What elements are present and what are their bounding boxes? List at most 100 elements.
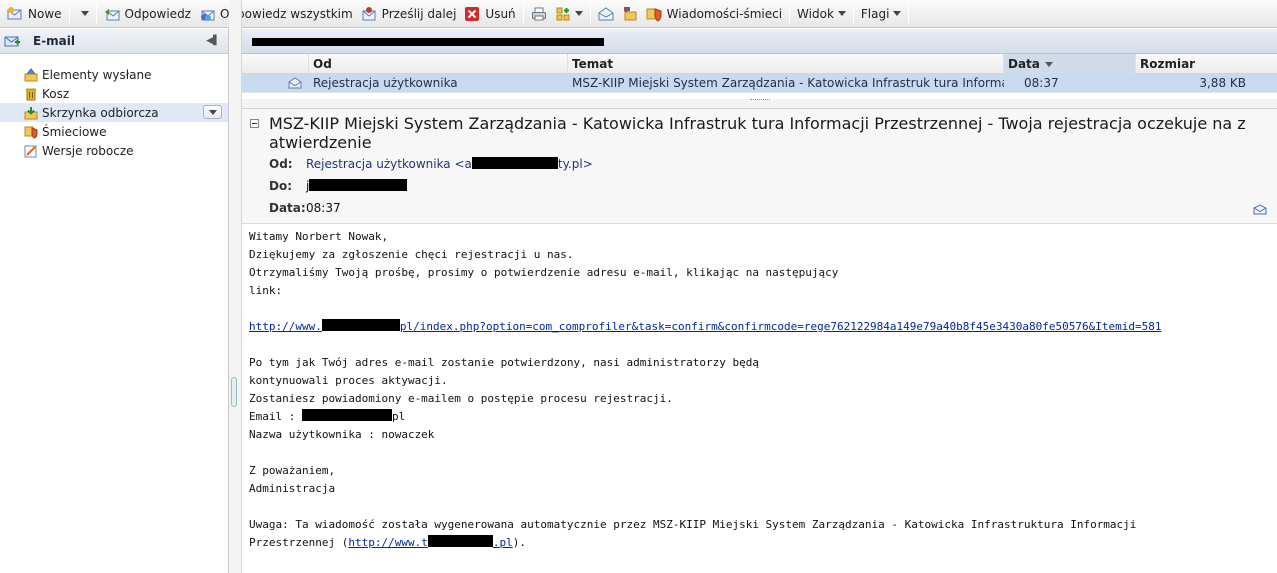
column-from[interactable]: Od	[309, 54, 568, 74]
body-line: Otrzymaliśmy Twoją prośbę, prosimy o pot…	[249, 266, 839, 279]
folder-inbox[interactable]: Skrzynka odbiorcza	[0, 103, 228, 122]
body-line: Zostaniesz powiadomiony e-mailem o postę…	[249, 392, 673, 405]
chevron-down-icon	[837, 11, 846, 16]
mark-read-button[interactable]	[594, 3, 618, 25]
folder-header-bar	[242, 29, 1277, 54]
column-size-label: Rozmiar	[1140, 57, 1196, 71]
shield-icon	[646, 6, 662, 22]
open-envelope-icon[interactable]	[1253, 204, 1267, 215]
folder-label: Elementy wysłane	[42, 67, 152, 82]
message-from: Rejestracja użytkownika	[313, 76, 458, 90]
column-size[interactable]: Rozmiar	[1136, 54, 1277, 74]
to-label: Do:	[269, 179, 293, 193]
add-grid-icon	[555, 6, 571, 22]
spam-button-label: Wiadomości-śmieci	[666, 6, 783, 21]
delete-button[interactable]: Usuń	[460, 3, 519, 25]
note-line: Uwaga: Ta wiadomość została wygenerowana…	[249, 518, 1137, 531]
from-name: Rejestracja użytkownika <a	[306, 157, 472, 171]
folder-trash[interactable]: Kosz	[24, 84, 228, 103]
sort-desc-icon	[1044, 62, 1053, 67]
regards-line: Z poważaniem,	[249, 464, 336, 477]
add-menu-button[interactable]	[551, 3, 587, 25]
new-dropdown[interactable]	[73, 3, 93, 25]
redacted-email	[301, 409, 392, 421]
email-label: Email :	[249, 410, 302, 423]
column-subject-label: Temat	[572, 57, 614, 71]
inbox-icon	[24, 106, 38, 120]
date-value: 08:37	[306, 201, 341, 215]
from-tail: ty.pl>	[557, 157, 593, 171]
folder-drafts[interactable]: Wersje robocze	[24, 141, 228, 160]
date-row: Data: 08:37	[269, 199, 341, 217]
site-link[interactable]: http://www.t .pl	[348, 535, 513, 549]
toolbar-separator	[908, 3, 910, 24]
body-line: kontynuowali proces aktywacji.	[249, 374, 448, 387]
chevron-down-icon	[574, 11, 583, 16]
from-value[interactable]: Rejestracja użytkownika <a ty.pl>	[306, 155, 593, 173]
reply-icon	[104, 6, 120, 22]
column-from-label: Od	[313, 57, 332, 71]
message-date: 08:37	[1024, 76, 1059, 90]
flags-menu-button[interactable]: Flagi	[857, 3, 906, 25]
print-button[interactable]	[527, 3, 551, 25]
move-button[interactable]	[618, 3, 642, 25]
chevron-down-icon	[80, 11, 89, 16]
mail-area: Od Temat Data Rozmiar Rejestracja użytko…	[242, 29, 1277, 573]
reply-all-button[interactable]: Odpowiedz wszystkim	[195, 3, 357, 25]
new-mail-icon	[7, 6, 23, 22]
splitter-handle[interactable]	[231, 377, 237, 407]
reply-all-icon	[199, 6, 215, 22]
folder-junk[interactable]: Śmieciowe	[24, 122, 228, 141]
column-date[interactable]: Data	[1004, 54, 1136, 74]
toolbar-separator	[68, 3, 70, 24]
collapse-sidebar-icon[interactable]: ◀▌	[206, 36, 220, 46]
body-line: link:	[249, 284, 283, 297]
folder-sent[interactable]: Elementy wysłane	[24, 65, 228, 84]
open-envelope-icon	[598, 6, 614, 22]
new-button[interactable]: Nowe	[3, 3, 66, 25]
folder-menu-button[interactable]	[203, 105, 222, 119]
site-link-end: .pl	[492, 536, 513, 549]
printer-icon	[531, 6, 547, 22]
body-line: Po tym jak Twój adres e-mail zostanie po…	[249, 356, 759, 369]
folder-sidebar: E-mail ◀▌ Elementy wysłane Kosz Skrzynka…	[0, 29, 229, 573]
folder-label: Śmieciowe	[42, 124, 107, 139]
redacted-address	[471, 157, 558, 169]
spam-button[interactable]: Wiadomości-śmieci	[642, 3, 786, 25]
sidebar-splitter[interactable]	[229, 0, 242, 573]
link-start: http://www.	[249, 320, 322, 333]
link-end: pl/index.php?option=com_comprofiler&task…	[399, 320, 1162, 333]
message-status-cell	[242, 74, 309, 93]
table-row[interactable]: Rejestracja użytkownika MSZ-KIIP Miejski…	[242, 74, 1277, 93]
column-icon[interactable]	[242, 54, 309, 74]
sidebar-header: E-mail ◀▌	[0, 29, 228, 54]
move-folder-icon	[622, 6, 638, 22]
folder-label: Skrzynka odbiorcza	[42, 105, 159, 120]
email-add-icon[interactable]	[4, 33, 20, 49]
redacted-domain	[427, 535, 493, 547]
to-value[interactable]: j	[306, 177, 408, 195]
message-body: Witamy Norbert Nowak, Dziękujemy za zgło…	[249, 228, 1269, 552]
forward-icon	[361, 6, 377, 22]
forward-button[interactable]: Prześlij dalej	[357, 3, 461, 25]
column-subject[interactable]: Temat	[568, 54, 1004, 74]
collapse-header-icon[interactable]	[250, 119, 259, 128]
folder-label: Kosz	[42, 86, 70, 101]
view-menu-button[interactable]: Widok	[793, 3, 850, 25]
site-link-start: http://www.t	[348, 536, 428, 549]
column-headers: Od Temat Data Rozmiar	[242, 54, 1277, 74]
view-menu-label: Widok	[797, 6, 834, 21]
toolbar-separator	[789, 3, 791, 24]
toolbar-separator	[522, 3, 524, 24]
toolbar-separator	[95, 3, 97, 24]
toolbar-separator	[852, 3, 854, 24]
folder-label: Wersje robocze	[42, 143, 134, 158]
pane-splitter[interactable]	[242, 99, 1277, 109]
confirm-link[interactable]: http://www. pl/index.php?option=com_compr…	[249, 319, 1162, 333]
date-label: Data:	[269, 201, 306, 215]
reply-button-label: Odpowiedz	[124, 6, 191, 21]
redacted-folder-title	[252, 38, 604, 46]
toolbar-separator	[589, 3, 591, 24]
note-prefix: Przestrzennej (	[249, 536, 349, 549]
reply-button[interactable]: Odpowiedz	[100, 3, 195, 25]
